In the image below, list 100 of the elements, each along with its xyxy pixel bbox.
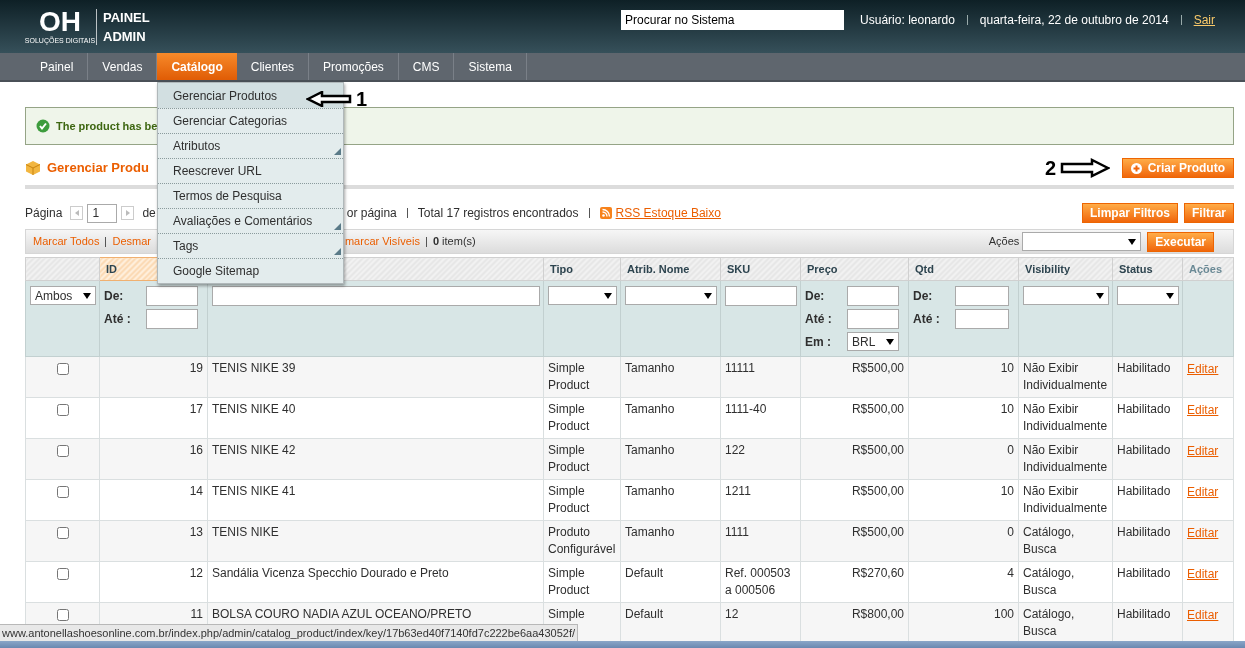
actions-label: Ações	[988, 234, 1020, 250]
nav-tab[interactable]: Painel	[26, 53, 89, 80]
table-cell: 10	[908, 356, 1019, 398]
menu-item[interactable]: Google Sitemap	[158, 258, 343, 283]
row-checkbox[interactable]	[56, 609, 69, 621]
nav-tab[interactable]: Clientes	[236, 53, 310, 80]
filter-field[interactable]	[146, 286, 198, 306]
table-cell: TENIS NIKE 42	[207, 438, 544, 480]
page-field[interactable]: 1	[87, 203, 118, 223]
menu-item[interactable]: Atributos	[158, 133, 343, 158]
status-bar: www.antonellashoesonline.com.br/index.php/admin/catalog_product/index/key/17b63ed40f7140fd7c222be6aa43052f/	[0, 624, 579, 641]
arrow-icon	[306, 91, 352, 107]
table-cell: 11111	[720, 356, 801, 398]
column-header[interactable]: Visibility	[1018, 257, 1113, 281]
next-page-button[interactable]	[121, 206, 135, 220]
table-cell: R$500,00	[800, 397, 909, 439]
filter-label: Até :	[913, 311, 941, 328]
filter-select[interactable]	[548, 286, 617, 305]
table-cell: 1111	[720, 520, 801, 562]
column-header[interactable]: Ações	[1182, 257, 1234, 281]
table-cell: Ref. 000503 a 000506	[720, 561, 801, 603]
table-cell: Não Exibir Individualmente	[1018, 397, 1113, 439]
row-checkbox[interactable]	[56, 404, 69, 416]
check-icon	[36, 119, 50, 133]
table-cell: Habilitado	[1112, 397, 1183, 439]
table-cell: TENIS NIKE	[207, 520, 544, 562]
row-checkbox[interactable]	[56, 445, 69, 457]
table-cell: 17	[99, 397, 208, 439]
column-header[interactable]: Status	[1112, 257, 1183, 281]
menu-item[interactable]: Termos de Pesquisa	[158, 183, 343, 208]
right-triangle-icon	[125, 210, 130, 216]
filter-select[interactable]: Ambos	[30, 286, 96, 305]
search-field[interactable]: Procurar no Sistema	[621, 9, 845, 30]
table-cell: 14	[99, 479, 208, 521]
menu-item[interactable]: Avaliações e Comentários	[158, 208, 343, 233]
table-cell: 1211	[720, 479, 801, 521]
column-header[interactable]: Tipo	[543, 257, 621, 281]
table-cell: TENIS NIKE 39	[207, 356, 544, 398]
filter-field[interactable]	[146, 309, 198, 329]
logo-mark: OH	[39, 8, 81, 36]
page-title: Gerenciar Produ	[47, 159, 149, 178]
page-of-label: de	[142, 205, 156, 222]
menu-item[interactable]: Gerenciar Categorias	[158, 108, 343, 133]
nav-tab[interactable]: Sistema	[454, 53, 527, 80]
arrow-icon	[1060, 158, 1111, 178]
filter-select[interactable]	[1023, 286, 1109, 305]
dropdown-arrow-icon	[1096, 292, 1104, 299]
user-label: Usuário: leonardo	[860, 11, 955, 29]
table-cell: Tamanho	[620, 356, 721, 398]
table-cell: Produto Configurável	[543, 520, 621, 562]
table-cell: R$500,00	[800, 520, 909, 562]
rss-link[interactable]: RSS Estoque Baixo	[615, 204, 721, 222]
table-cell: Não Exibir Individualmente	[1018, 438, 1113, 480]
filter-field[interactable]	[725, 286, 797, 306]
filter-field[interactable]	[847, 286, 899, 306]
nav-tab[interactable]: Catálogo	[157, 53, 237, 80]
menu-item[interactable]: Gerenciar Produtos	[158, 83, 343, 108]
menu-item[interactable]: Tags	[158, 233, 343, 258]
table-cell: 0	[908, 520, 1019, 562]
table-cell: 1111-40	[720, 397, 801, 439]
column-header[interactable]: SKU	[720, 257, 801, 281]
annotation-number: 1	[356, 88, 368, 110]
column-header[interactable]: Preço	[800, 257, 909, 281]
table-cell: 10	[908, 479, 1019, 521]
logout-link[interactable]: Sair	[1193, 10, 1215, 29]
filter-field[interactable]	[212, 286, 540, 306]
filter-field[interactable]	[955, 286, 1009, 306]
row-checkbox[interactable]	[56, 486, 69, 498]
column-header[interactable]: Qtd	[908, 257, 1019, 281]
table-cell: Tamanho	[620, 438, 721, 480]
table-cell: Simple Product	[543, 479, 621, 521]
filter-field[interactable]	[847, 309, 899, 329]
table-cell: Habilitado	[1112, 479, 1183, 521]
menu-item[interactable]: Reescrever URL	[158, 158, 343, 183]
filter-select[interactable]	[625, 286, 717, 305]
table-cell: 13	[99, 520, 208, 562]
dropdown-arrow-icon	[704, 292, 712, 299]
table-cell: R$500,00	[800, 356, 909, 398]
table-cell: 4	[908, 561, 1019, 603]
table-cell: Tamanho	[620, 520, 721, 562]
row-checkbox[interactable]	[56, 568, 69, 580]
row-checkbox[interactable]	[56, 527, 69, 539]
filter-field[interactable]	[955, 309, 1009, 329]
select-visible-link[interactable]: marcar Visíveis	[344, 233, 420, 250]
plus-icon	[1130, 162, 1142, 174]
row-checkbox[interactable]	[56, 363, 69, 375]
nav-tab[interactable]: CMS	[398, 53, 455, 80]
table-cell: Simple Product	[543, 397, 621, 439]
filter-select[interactable]: BRL	[847, 332, 899, 351]
nav-tab[interactable]: Promoções	[309, 53, 399, 80]
filter-select[interactable]	[1022, 232, 1142, 251]
table-cell: 122	[720, 438, 801, 480]
previous-page-button[interactable]	[70, 206, 84, 220]
column-header[interactable]: Atrib. Nome	[620, 257, 721, 281]
filter-label: Até :	[805, 311, 833, 328]
dropdown-arrow-icon	[1128, 238, 1137, 245]
filter-select[interactable]	[1117, 286, 1179, 305]
table-cell: R$500,00	[800, 479, 909, 521]
per-page-label: or página	[346, 205, 397, 222]
table-cell: 19	[99, 356, 208, 398]
